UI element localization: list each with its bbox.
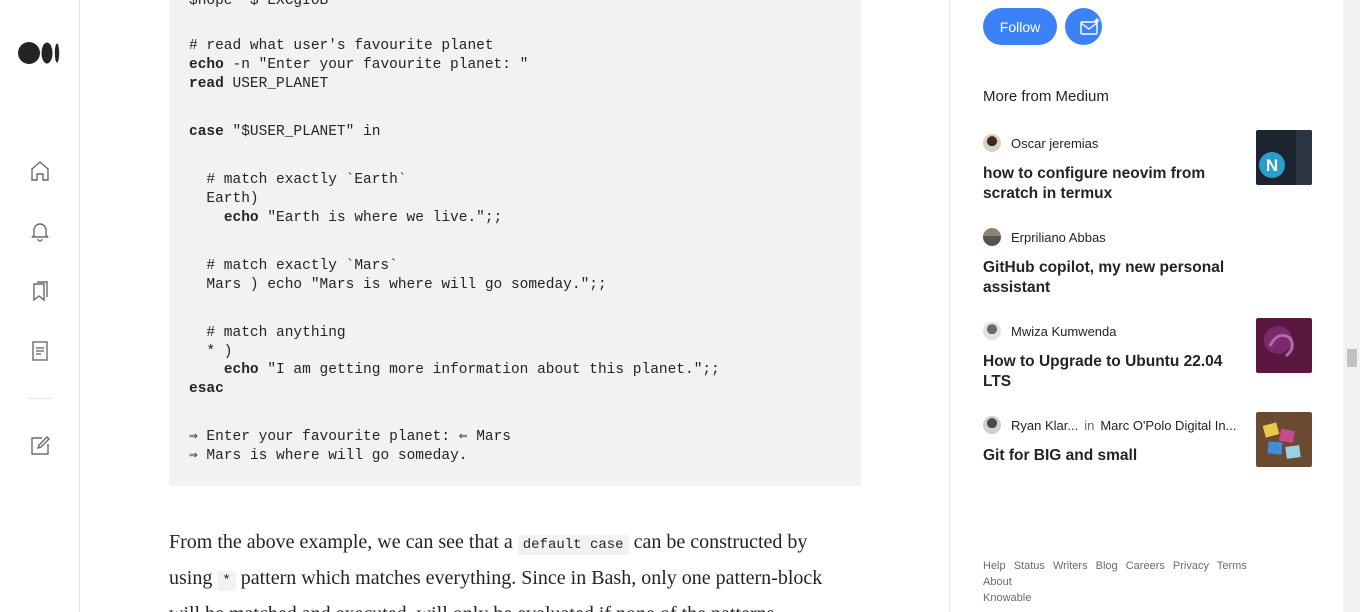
- code-line: # match anything: [189, 325, 346, 341]
- author-name: Oscar jeremias: [1011, 135, 1099, 151]
- publication-name[interactable]: Marc O'Polo Digital In...: [1100, 418, 1236, 433]
- code-line: Earth): [189, 191, 259, 207]
- follow-button[interactable]: Follow: [983, 8, 1057, 45]
- footer-link[interactable]: Knowable: [983, 592, 1031, 604]
- inline-code: *: [217, 571, 236, 591]
- footer-link[interactable]: Careers: [1126, 560, 1165, 572]
- code-line: echo -n "Enter your favourite planet: ": [189, 57, 529, 73]
- rail-divider: [28, 398, 52, 399]
- rec-title[interactable]: How to Upgrade to Ubuntu 22.04 LTS: [983, 352, 1233, 392]
- code-line: ⇒ Mars is where will go someday.: [189, 448, 468, 464]
- code-line: echo "Earth is where we live.";;: [223, 210, 503, 226]
- code-line: echo "I am getting more information abou…: [223, 362, 720, 378]
- paragraph-text: pattern which matches everything. Since …: [235, 567, 823, 589]
- medium-logo-icon[interactable]: [18, 40, 62, 66]
- author-name: Mwiza Kumwenda: [1011, 323, 1117, 339]
- rec-author[interactable]: Ryan Klar... in Marc O'Polo Digital In..…: [983, 416, 1236, 434]
- avatar: [983, 322, 1001, 340]
- rec-title[interactable]: GitHub copilot, my new personal assistan…: [983, 258, 1233, 298]
- in-label: in: [1084, 417, 1095, 433]
- footer-link[interactable]: Help: [983, 560, 1006, 572]
- code-line: $hope $ EXCgIoB: [189, 0, 329, 9]
- code-line: esac: [189, 381, 224, 397]
- paragraph-text: can be constructed by: [628, 531, 808, 553]
- home-icon[interactable]: [28, 159, 52, 183]
- code-line: read USER_PLANET: [189, 76, 329, 92]
- code-line: case "$USER_PLANET" in: [189, 124, 381, 140]
- author-name: Erpriliano Abbas: [1011, 229, 1106, 245]
- rec-thumbnail[interactable]: [1256, 318, 1312, 373]
- footer-link[interactable]: Blog: [1096, 560, 1118, 572]
- rec-author[interactable]: Oscar jeremias: [983, 134, 1098, 152]
- code-line: # match exactly `Mars`: [189, 258, 398, 274]
- code-line: Mars ) echo "Mars is where will go somed…: [189, 277, 607, 293]
- avatar: [983, 416, 1001, 434]
- subscribe-email-button[interactable]: [1065, 8, 1102, 45]
- article-paragraph: will be matched and executed, will only …: [169, 596, 869, 612]
- paragraph-text: From the above example, we can see that …: [169, 531, 518, 553]
- scrollbar-thumb[interactable]: [1347, 349, 1357, 367]
- left-nav-rail: [0, 0, 80, 612]
- article-body: $hope $ EXCgIoB # read what user's favou…: [80, 0, 949, 612]
- more-from-medium-title: More from Medium: [983, 88, 1109, 105]
- rec-author[interactable]: Erpriliano Abbas: [983, 228, 1106, 246]
- mail-plus-icon: [1080, 18, 1100, 35]
- rec-thumbnail[interactable]: N: [1256, 130, 1312, 185]
- footer-link[interactable]: Writers: [1053, 560, 1088, 572]
- code-line: ⇒ Enter your favourite planet: ⇐ Mars: [189, 429, 512, 445]
- notifications-icon[interactable]: [28, 219, 52, 243]
- paragraph-text: using: [169, 567, 218, 589]
- sidebar-footer: Help Status Writers Blog Careers Privacy…: [983, 558, 1283, 606]
- rec-title[interactable]: Git for BIG and small: [983, 446, 1233, 466]
- stories-icon[interactable]: [28, 339, 52, 363]
- code-line: # match exactly `Earth`: [189, 172, 407, 188]
- footer-link[interactable]: Status: [1014, 560, 1045, 572]
- bookmarks-icon[interactable]: [28, 279, 52, 303]
- right-sidebar: Follow More from Medium Oscar jeremias h…: [949, 0, 1344, 612]
- footer-link[interactable]: About: [983, 576, 1012, 588]
- svg-text:N: N: [1266, 156, 1278, 175]
- avatar: [983, 134, 1001, 152]
- page-scrollbar[interactable]: [1343, 0, 1360, 612]
- rec-author[interactable]: Mwiza Kumwenda: [983, 322, 1117, 340]
- inline-code: default case: [517, 535, 629, 555]
- code-line: # read what user's favourite planet: [189, 38, 494, 54]
- author-name: Ryan Klar...: [1011, 417, 1079, 433]
- avatar: [983, 228, 1001, 246]
- footer-link[interactable]: Privacy: [1173, 560, 1209, 572]
- article-paragraph: using * pattern which matches everything…: [169, 560, 869, 599]
- footer-link[interactable]: Terms: [1217, 560, 1247, 572]
- rec-title[interactable]: how to configure neovim from scratch in …: [983, 164, 1233, 204]
- article-paragraph: From the above example, we can see that …: [169, 524, 869, 563]
- code-block: $hope $ EXCgIoB # read what user's favou…: [169, 0, 861, 486]
- write-icon[interactable]: [28, 434, 52, 458]
- rec-thumbnail[interactable]: [1256, 412, 1312, 467]
- code-line: * ): [189, 344, 233, 360]
